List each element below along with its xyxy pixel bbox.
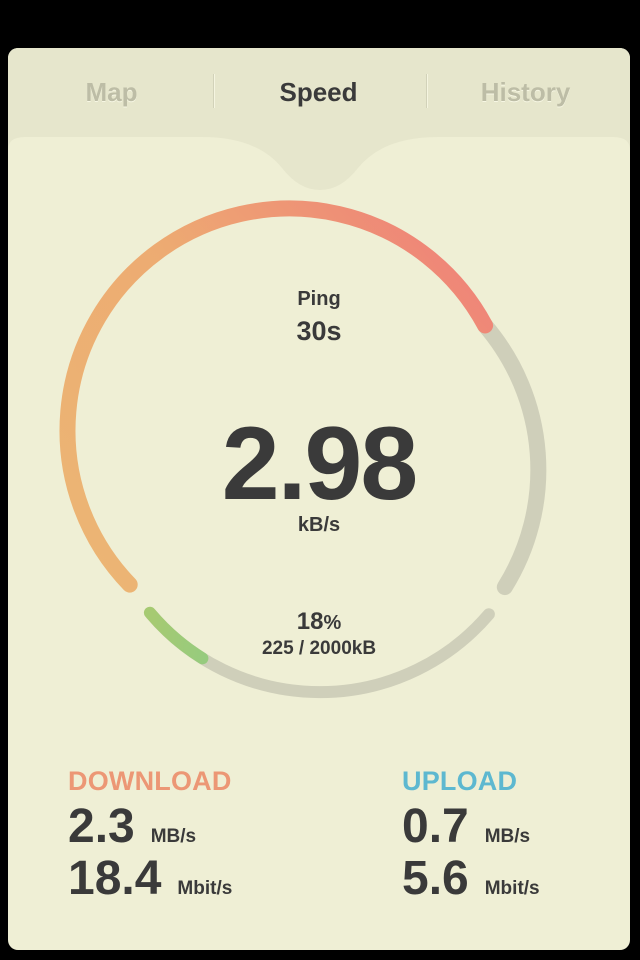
download-bits-row: 18.4 Mbit/s (68, 853, 232, 905)
upload-bits-value: 5.6 (402, 852, 469, 905)
progress-percent-value: 18 (296, 608, 324, 635)
upload-rate-row: 0.7 MB/s (402, 801, 540, 853)
speed-value: 2.98 (221, 406, 418, 522)
ping-label: Ping (297, 288, 341, 310)
download-rate-value: 2.3 (68, 800, 135, 853)
progress-bytes: 225 / 2000kB (261, 638, 377, 659)
progress-percent-sign: % (323, 612, 342, 634)
upload-rate-unit: MB/s (484, 826, 531, 847)
upload-title: UPLOAD (402, 766, 518, 796)
speed-card: Map Speed History Ping 30s 2.98 kB/s 18%… (8, 48, 630, 950)
download-title: DOWNLOAD (68, 766, 232, 796)
progress-percent: 18% (8, 608, 630, 636)
download-bits-value: 18.4 (68, 852, 162, 905)
upload-rate-value: 0.7 (402, 800, 469, 853)
download-bits-unit: Mbit/s (177, 878, 233, 899)
screen: { "tabs": [ {"label": "Map", "active": f… (0, 0, 640, 960)
download-rate-unit: MB/s (150, 826, 197, 847)
download-panel: DOWNLOAD 2.3 MB/s 18.4 Mbit/s (68, 766, 232, 905)
upload-bits-unit: Mbit/s (484, 878, 540, 899)
download-rate-row: 2.3 MB/s (68, 801, 232, 853)
ping-value: 30s (296, 316, 342, 346)
upload-panel: UPLOAD 0.7 MB/s 5.6 Mbit/s (402, 766, 540, 905)
speed-unit: kB/s (297, 514, 341, 536)
upload-bits-row: 5.6 Mbit/s (402, 853, 540, 905)
